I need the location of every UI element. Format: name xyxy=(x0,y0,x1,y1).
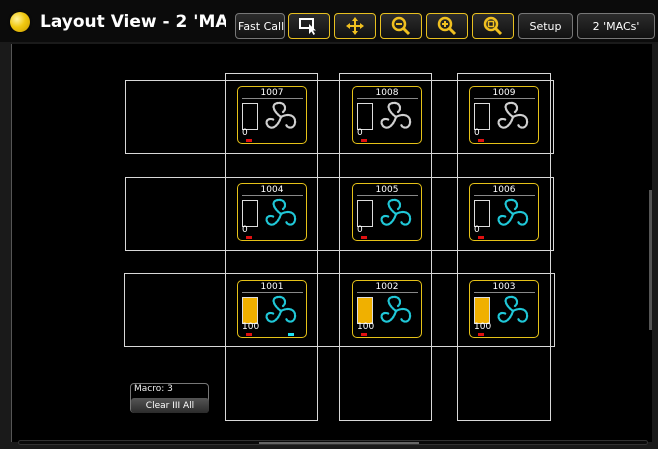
app-status-icon xyxy=(10,12,30,32)
gobo-spiral-icon xyxy=(380,101,412,129)
gobo-spiral-icon xyxy=(265,198,297,226)
zoom-out-icon xyxy=(391,16,411,36)
fixture-id: 1005 xyxy=(375,185,399,195)
gobo-spiral-icon xyxy=(497,101,529,129)
fixture-id: 1006 xyxy=(492,185,516,195)
dimmer-value: 0 xyxy=(474,128,480,138)
fixture-tile[interactable]: 1005 0 xyxy=(352,183,422,241)
vertical-scrollbar[interactable] xyxy=(649,190,652,330)
selection-marker xyxy=(361,333,367,336)
fixture-id: 1004 xyxy=(260,185,284,195)
layout-select-button[interactable]: 2 'MACs' xyxy=(577,13,655,39)
fixture-id: 1002 xyxy=(375,282,399,292)
setup-button[interactable]: Setup xyxy=(518,13,573,39)
dimmer-level-bar xyxy=(474,297,490,324)
fixture-id-divider xyxy=(357,292,418,293)
fixture-id: 1007 xyxy=(260,88,284,98)
fixture-id-divider xyxy=(474,98,535,99)
gobo-spiral-icon xyxy=(380,295,412,323)
fixture-id-divider xyxy=(357,195,418,196)
fixture-id-divider xyxy=(474,292,535,293)
move-tool-button[interactable] xyxy=(334,13,376,39)
fast-call-label: Fast Call xyxy=(238,19,285,33)
fixture-id-divider xyxy=(474,195,535,196)
dimmer-value: 0 xyxy=(357,225,363,235)
dimmer-level-bar xyxy=(474,200,490,227)
fixture-id: 1008 xyxy=(375,88,399,98)
fixture-id-divider xyxy=(242,195,303,196)
dimmer-level-bar xyxy=(357,297,373,324)
zoom-in-button[interactable] xyxy=(426,13,468,39)
move-icon xyxy=(346,17,364,35)
fixture-tile[interactable]: 1009 0 xyxy=(469,86,539,144)
fixture-id: 1009 xyxy=(492,88,516,98)
zoom-in-icon xyxy=(437,16,457,36)
gobo-spiral-icon xyxy=(497,295,529,323)
gobo-spiral-icon xyxy=(497,198,529,226)
selection-marker xyxy=(361,139,367,142)
title-bar: Layout View - 2 'MA Fast Call Setup 2 'M… xyxy=(0,0,658,42)
dimmer-value: 0 xyxy=(242,225,248,235)
dimmer-level-fill xyxy=(243,298,257,323)
fixture-id-divider xyxy=(357,98,418,99)
fixture-tile[interactable]: 1003 100 xyxy=(469,280,539,338)
dimmer-level-bar xyxy=(357,103,373,130)
zoom-fit-icon xyxy=(483,16,503,36)
dimmer-level-bar xyxy=(474,103,490,130)
select-arrow-icon xyxy=(299,18,316,35)
selection-marker xyxy=(478,333,484,336)
gobo-spiral-icon xyxy=(265,101,297,129)
fixture-id: 1001 xyxy=(260,282,284,292)
fixture-tile[interactable]: 1007 0 xyxy=(237,86,307,144)
fixture-tile[interactable]: 1006 0 xyxy=(469,183,539,241)
zoom-fit-button[interactable] xyxy=(472,13,514,39)
gobo-spiral-icon xyxy=(380,198,412,226)
selection-marker xyxy=(361,236,367,239)
fixture-id: 1003 xyxy=(492,282,516,292)
selection-marker xyxy=(246,139,252,142)
selection-marker xyxy=(246,236,252,239)
gobo-spiral-icon xyxy=(265,295,297,323)
dimmer-value: 0 xyxy=(357,128,363,138)
dimmer-level-bar xyxy=(357,200,373,227)
dimmer-level-bar xyxy=(242,103,258,130)
dimmer-value: 0 xyxy=(474,225,480,235)
layout-select-label: 2 'MACs' xyxy=(592,19,640,33)
dimmer-level-bar xyxy=(242,200,258,227)
selection-marker xyxy=(246,333,252,336)
fixture-tile[interactable]: 1008 0 xyxy=(352,86,422,144)
dimmer-value: 100 xyxy=(474,322,492,332)
dimmer-value: 0 xyxy=(242,128,248,138)
selection-marker xyxy=(478,236,484,239)
dimmer-value: 100 xyxy=(357,322,375,332)
horizontal-scroll-thumb[interactable] xyxy=(259,442,419,444)
zoom-out-button[interactable] xyxy=(380,13,422,39)
dimmer-level-fill xyxy=(358,298,372,323)
window-title-area[interactable]: Layout View - 2 'MA xyxy=(6,6,232,38)
dimmer-level-fill xyxy=(475,298,489,323)
fixture-id-divider xyxy=(242,98,303,99)
color-marker xyxy=(288,333,294,336)
fixture-tile[interactable]: 1002 100 xyxy=(352,280,422,338)
selection-marker xyxy=(478,139,484,142)
fixture-id-divider xyxy=(242,292,303,293)
dimmer-value: 100 xyxy=(242,322,260,332)
macro-label: Macro: 3 xyxy=(134,384,173,394)
horizontal-scrollbar[interactable] xyxy=(18,440,648,445)
fast-call-button[interactable]: Fast Call xyxy=(235,13,285,39)
select-tool-button[interactable] xyxy=(288,13,330,39)
clear-all-button[interactable]: Clear III All xyxy=(131,398,209,413)
dimmer-level-bar xyxy=(242,297,258,324)
fixture-tile[interactable]: 1004 0 xyxy=(237,183,307,241)
fixture-tile[interactable]: 1001 100 xyxy=(237,280,307,338)
window-title: Layout View - 2 'MA xyxy=(40,12,226,32)
setup-label: Setup xyxy=(529,19,562,33)
